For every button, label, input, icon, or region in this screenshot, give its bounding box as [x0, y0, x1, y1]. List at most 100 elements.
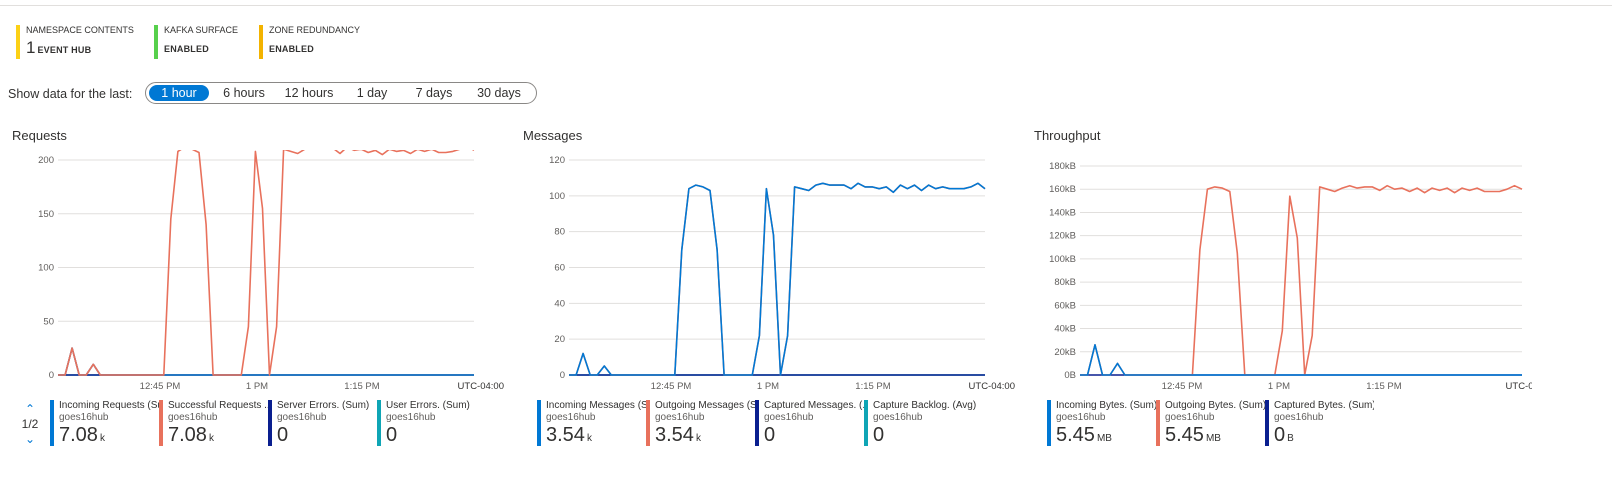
throughput-chart[interactable]: 0B 20kB 40kB 60kB 80kB 100kB 120kB 140kB 160kB 18…: [1032, 150, 1552, 395]
stat-kafka-surface: KAFKA SURFACE ENABLED: [154, 25, 264, 59]
y-tick-label: 0B: [1064, 370, 1076, 381]
legend-name: Incoming Requests (Sum): [59, 400, 159, 411]
legend-value: 3.54 k: [546, 424, 648, 450]
time-option-30-days[interactable]: 30 days: [468, 85, 530, 101]
legend-name: Outgoing Bytes. (Sum): [1165, 400, 1265, 411]
legend-value: 0: [873, 424, 993, 450]
legend-unit: k: [208, 433, 214, 444]
stat-zone-redundancy: ZONE REDUNDANCY ENABLED: [259, 25, 389, 59]
x-tick-label: 1:15 PM: [344, 381, 379, 392]
x-tick-label: 1 PM: [1268, 381, 1290, 392]
time-option-1-day[interactable]: 1 day: [344, 85, 400, 101]
legend-name: Incoming Bytes. (Sum): [1056, 400, 1156, 411]
legend-number: 0: [764, 424, 776, 446]
time-option-6-hours[interactable]: 6 hours: [214, 85, 274, 101]
series-line: [58, 347, 474, 376]
stat-color-bar: [259, 25, 263, 59]
legend-value: 7.08 k: [168, 424, 268, 450]
legend-item-incoming-bytes[interactable]: Incoming Bytes. (Sum) goes16hub 5.45 MB: [1047, 400, 1156, 446]
stat-number: 1: [26, 38, 36, 57]
series-line: [1080, 344, 1522, 376]
stat-unit: EVENT HUB: [37, 45, 92, 55]
legend-item-incoming-messages[interactable]: Incoming Messages (Sum) goes16hub 3.54k: [537, 400, 648, 446]
legend-swatch: [1156, 400, 1160, 446]
legend-name: Captured Messages. (...: [764, 400, 864, 411]
legend-resource: goes16hub: [1274, 412, 1324, 423]
legend-item-outgoing-bytes[interactable]: Outgoing Bytes. (Sum) goes16hub 5.45 MB: [1156, 400, 1265, 446]
legend-swatch: [268, 400, 272, 446]
legend-number: 0: [873, 424, 885, 446]
legend-value: 7.08 k: [59, 424, 159, 450]
time-option-7-days[interactable]: 7 days: [404, 85, 464, 101]
y-tick-label: 100kB: [1049, 254, 1076, 265]
requests-chart-plot: 0 50 100 150 200 12:45 PM 1 PM 1:15 PM UTC-04:00: [38, 145, 504, 392]
legend-name: Captured Bytes. (Sum): [1274, 400, 1374, 411]
y-tick-label: 0: [560, 370, 565, 381]
legend-item-server-errors[interactable]: Server Errors. (Sum) goes16hub 0: [268, 400, 377, 446]
legend-number: 7.08: [168, 424, 207, 446]
messages-chart-title: Messages: [523, 128, 583, 143]
x-tick-label: 12:45 PM: [140, 381, 181, 392]
stat-color-bar: [16, 25, 20, 59]
legend-swatch: [646, 400, 650, 446]
time-range-label: Show data for the last:: [8, 87, 133, 101]
legend-resource: goes16hub: [1056, 412, 1106, 423]
messages-chart-plot: 0 20 40 60 80 100 120 12:45 PM 1 PM 1:15 PM UTC-04…: [549, 155, 1015, 392]
y-tick-label: 200: [38, 155, 54, 166]
legend-pager: ⌃ 1/2 ⌄: [18, 402, 42, 450]
legend-resource: goes16hub: [764, 412, 814, 423]
legend-unit: MB: [1096, 433, 1112, 444]
legend-number: 0: [277, 424, 289, 446]
legend-swatch: [377, 400, 381, 446]
time-option-12-hours[interactable]: 12 hours: [277, 85, 341, 101]
legend-item-user-errors[interactable]: User Errors. (Sum) goes16hub 0: [377, 400, 496, 446]
stat-unit: ENABLED: [269, 44, 314, 54]
legend-swatch: [537, 400, 541, 446]
legend-swatch: [1265, 400, 1269, 446]
messages-chart[interactable]: 0 20 40 60 80 100 120 12:45 PM 1 PM 1:15 PM UTC-04…: [521, 150, 1021, 395]
throughput-legend: Incoming Bytes. (Sum) goes16hub 5.45 MB O…: [1047, 400, 1447, 448]
y-tick-label: 180kB: [1049, 161, 1076, 172]
legend-item-captured-messages[interactable]: Captured Messages. (... goes16hub 0: [755, 400, 864, 446]
legend-item-successful-requests[interactable]: Successful Requests ... goes16hub 7.08 k: [159, 400, 268, 446]
pager-down-icon[interactable]: ⌄: [18, 432, 42, 446]
y-tick-label: 60: [554, 263, 565, 274]
legend-name: Server Errors. (Sum): [277, 400, 370, 411]
legend-item-captured-bytes[interactable]: Captured Bytes. (Sum) goes16hub 0B: [1265, 400, 1374, 446]
legend-value: 0: [764, 424, 864, 450]
y-tick-label: 0: [49, 370, 54, 381]
legend-resource: goes16hub: [873, 412, 923, 423]
pager-text: 1/2: [21, 417, 39, 431]
legend-swatch: [50, 400, 54, 446]
timezone-label: UTC-04:00: [458, 381, 504, 392]
top-divider: [0, 5, 1612, 6]
pager-up-icon[interactable]: ⌃: [18, 402, 42, 416]
y-tick-label: 40kB: [1054, 324, 1076, 335]
legend-resource: goes16hub: [546, 412, 596, 423]
stat-namespace-contents: NAMESPACE CONTENTS 1 EVENT HUB: [16, 25, 166, 59]
y-tick-label: 100: [38, 263, 54, 274]
messages-legend: Incoming Messages (Sum) goes16hub 3.54k …: [537, 400, 1017, 448]
legend-resource: goes16hub: [1165, 412, 1215, 423]
legend-item-capture-backlog[interactable]: Capture Backlog. (Avg) goes16hub 0: [864, 400, 993, 446]
requests-chart[interactable]: 0 50 100 150 200 12:45 PM 1 PM 1:15 PM UTC-04:00: [10, 145, 510, 395]
time-option-1-hour[interactable]: 1 hour: [149, 85, 209, 101]
legend-item-outgoing-messages[interactable]: Outgoing Messages (Sum) goes16hub 3.54k: [646, 400, 757, 446]
legend-resource: goes16hub: [655, 412, 705, 423]
legend-item-incoming-requests[interactable]: Incoming Requests (Sum) goes16hub 7.08k: [50, 400, 159, 446]
x-tick-label: 1 PM: [246, 381, 268, 392]
throughput-chart-plot: 0B 20kB 40kB 60kB 80kB 100kB 120kB 140kB 160kB 18…: [1049, 161, 1552, 392]
legend-number: 5.45: [1056, 424, 1095, 446]
stat-label: NAMESPACE CONTENTS: [26, 25, 134, 35]
x-tick-label: 12:45 PM: [1162, 381, 1203, 392]
requests-legend: Incoming Requests (Sum) goes16hub 7.08k …: [50, 400, 510, 448]
series-line: [58, 347, 474, 376]
series-line: [1080, 184, 1523, 376]
series-line: [58, 145, 475, 376]
legend-number: 3.54: [655, 424, 694, 446]
legend-value: 0B: [1274, 424, 1374, 450]
legend-swatch: [159, 400, 163, 446]
x-tick-label: 12:45 PM: [651, 381, 692, 392]
y-tick-label: 20: [554, 334, 565, 345]
y-tick-label: 80kB: [1054, 277, 1076, 288]
